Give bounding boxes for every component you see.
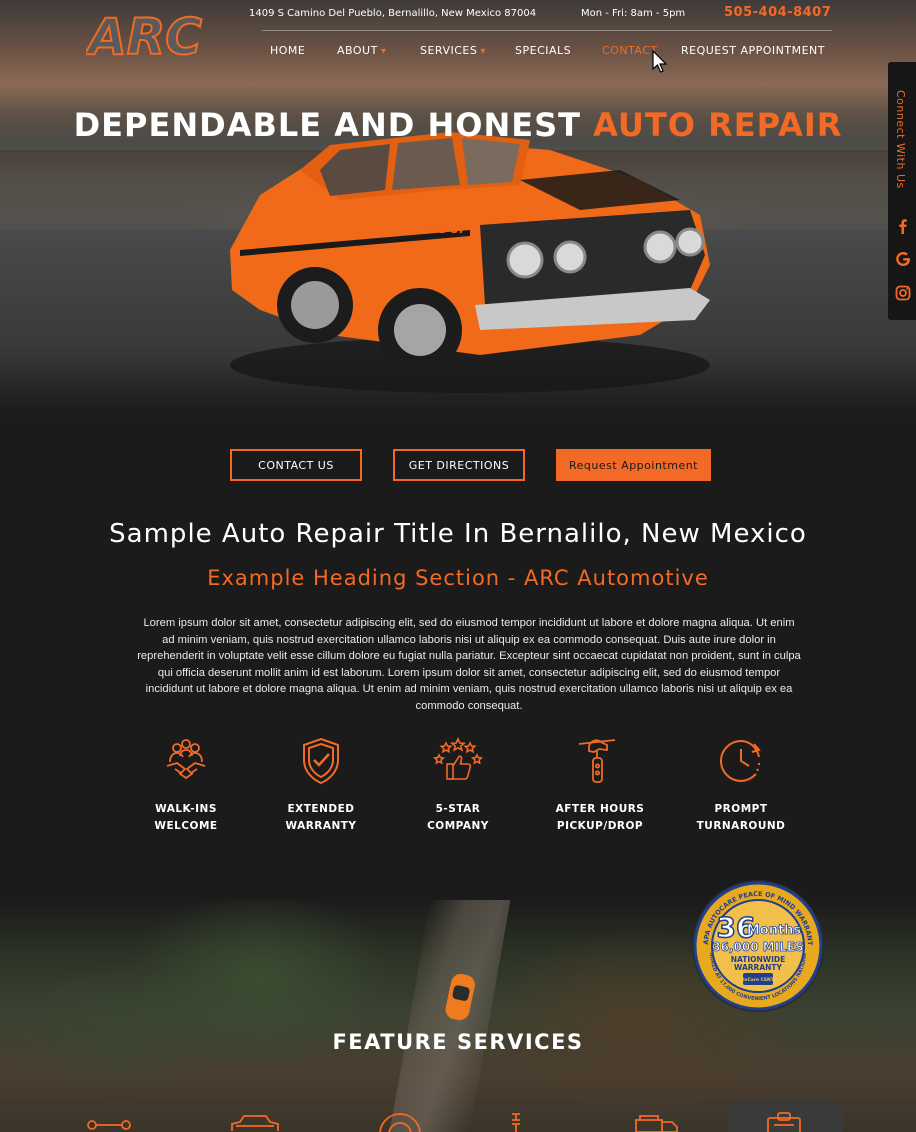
request-appointment-button[interactable]: Request Appointment (556, 449, 711, 481)
key-drop-icon (578, 739, 616, 783)
hours-text: Mon - Fri: 8am - 5pm (581, 8, 686, 19)
clipboard-icon[interactable] (760, 1110, 810, 1132)
main-nav: HOME ABOUT ▾ SERVICES ▾ SPECIALS CONTACT R… (0, 44, 916, 64)
connect-label: Connect With Us (894, 90, 907, 189)
handshake-group-icon (166, 739, 206, 780)
aerial-car-image (445, 973, 475, 1021)
feature-label: PROMPT TURNAROUND (696, 803, 786, 832)
nav-label: SPECIALS (515, 44, 572, 57)
shield-check-icon (303, 737, 339, 785)
hero-fade (0, 360, 916, 418)
section-subtitle: Example Heading Section - ARC Automotive (207, 566, 709, 590)
suspension-icon[interactable] (496, 1110, 546, 1132)
badge-months-label: Months (747, 923, 802, 938)
nav-label: HOME (270, 44, 306, 57)
feature-extended-warranty: EXTENDED WARRANTY (251, 736, 391, 835)
social-side-panel: Connect With Us (888, 62, 916, 320)
nav-item-specials[interactable]: SPECIALS (515, 44, 571, 57)
car-icon[interactable] (230, 1110, 280, 1132)
tire-icon[interactable] (375, 1110, 425, 1132)
truck-icon[interactable] (632, 1110, 682, 1132)
feature-services-heading: FEATURE SERVICES (332, 1030, 584, 1054)
instagram-icon[interactable] (895, 285, 911, 301)
badge-line2: WARRANTY (734, 963, 782, 972)
warranty-badge: NAPA AUTOCARE PEACE OF MIND WARRANTY HON… (690, 878, 824, 1012)
google-icon[interactable] (895, 251, 911, 267)
topbar-divider (262, 30, 832, 31)
hero-title-accent: AUTO REPAIR (593, 106, 843, 144)
get-directions-button[interactable]: GET DIRECTIONS (393, 449, 525, 481)
nav-item-contact[interactable]: CONTACT (602, 44, 658, 57)
feature-label: 5-STAR COMPANY (427, 803, 489, 832)
clock-arrow-icon (719, 739, 761, 783)
nav-item-about[interactable]: ABOUT ▾ (337, 44, 386, 57)
feature-label: EXTENDED WARRANTY (285, 803, 357, 832)
feature-label: AFTER HOURS PICKUP/DROP (555, 803, 645, 832)
feature-label: WALK-INS WELCOME (154, 803, 218, 832)
nav-item-home[interactable]: HOME (270, 44, 305, 57)
hero-section: 351-GT ARC 1409 S Camino Del Pueblo, Ber… (0, 0, 916, 418)
wrench-icon[interactable] (84, 1110, 134, 1132)
feature-after-hours: AFTER HOURS PICKUP/DROP (530, 736, 670, 835)
hero-title: DEPENDABLE AND HONEST AUTO REPAIR (0, 106, 916, 144)
feature-walk-ins: WALK-INS WELCOME (116, 736, 256, 835)
nav-label: SERVICES (420, 44, 478, 57)
feature-five-star: 5-STAR COMPANY (388, 736, 528, 835)
car-badge-text: 351-GT (425, 225, 466, 236)
page-title: Sample Auto Repair Title In Bernalilo, N… (109, 519, 807, 549)
contact-us-button[interactable]: CONTACT US (230, 449, 362, 481)
facebook-icon[interactable] (895, 218, 911, 234)
nav-label: ABOUT (337, 44, 378, 57)
phone-link[interactable]: 505-404-8407 (724, 5, 831, 20)
thumbs-up-stars-icon (433, 737, 483, 780)
nav-item-services[interactable]: SERVICES ▾ (420, 44, 486, 57)
badge-miles: 36,000 MILES (712, 940, 803, 954)
nav-label: REQUEST APPOINTMENT (681, 44, 825, 57)
nav-label: CONTACT (602, 44, 658, 57)
badge-center-logo: AutoCare CENTER (736, 977, 781, 983)
mouse-cursor-icon (652, 50, 668, 73)
nav-item-request-appointment[interactable]: REQUEST APPOINTMENT (681, 44, 825, 57)
feature-prompt-turnaround: PROMPT TURNAROUND (671, 736, 811, 835)
chevron-down-icon: ▾ (380, 46, 387, 57)
hero-title-main: DEPENDABLE AND HONEST (73, 106, 581, 144)
chevron-down-icon: ▾ (480, 46, 486, 57)
address-text: 1409 S Camino Del Pueblo, Bernalillo, Ne… (249, 8, 537, 19)
intro-paragraph: Lorem ipsum dolor sit amet, consectetur … (137, 617, 801, 712)
